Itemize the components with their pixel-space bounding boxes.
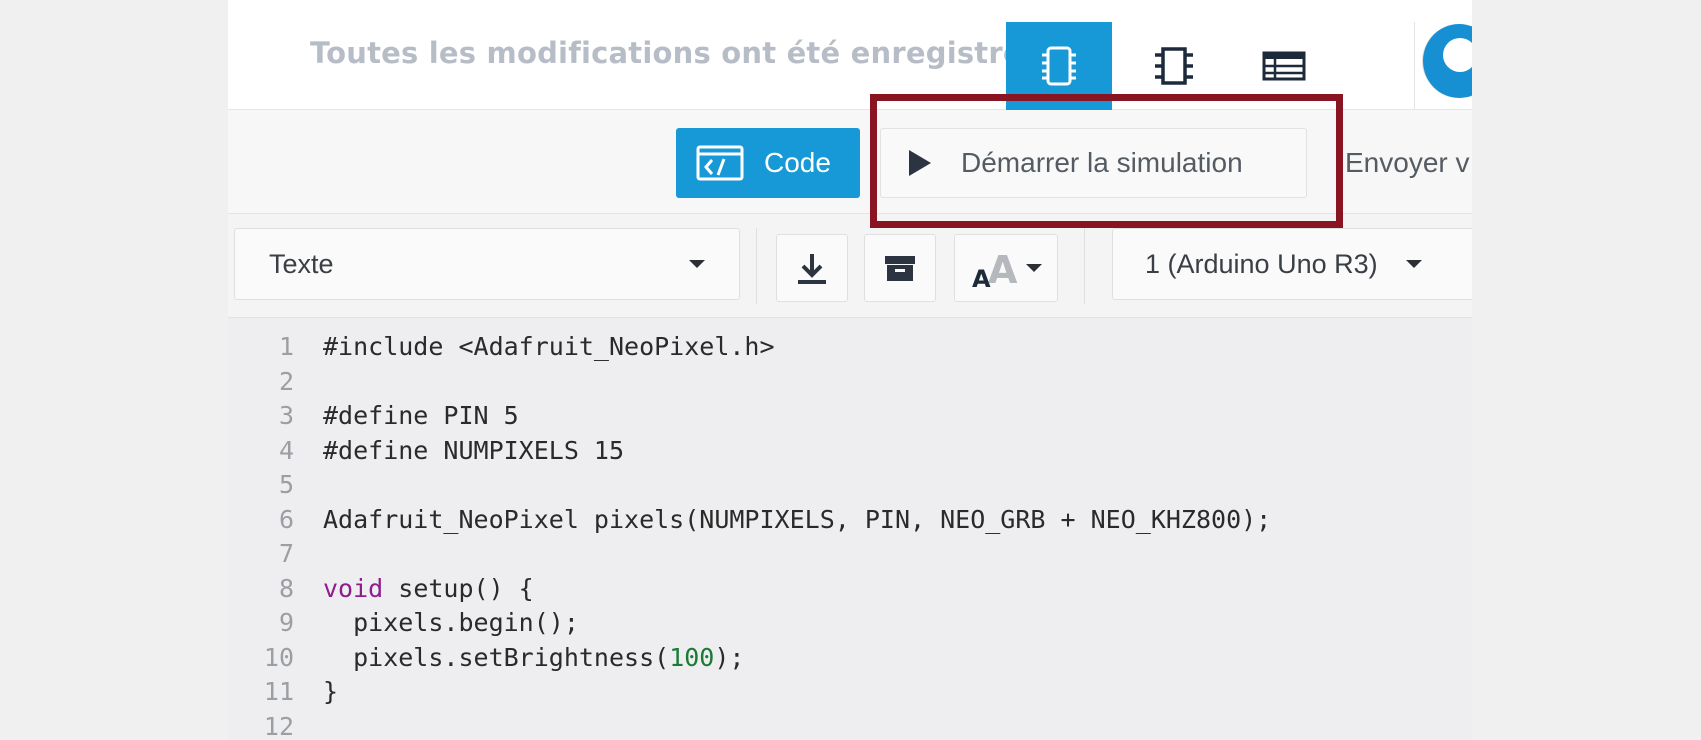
code-line[interactable]: pixels.setBrightness(100); [323,641,1271,676]
svg-text:A: A [972,265,991,291]
code-editor[interactable]: 1 2 3 4 5 6 7 8 9 10 11 12 #include <Ada… [228,318,1472,740]
line-number: 6 [278,504,294,534]
code-button-label: Code [764,147,831,178]
line-number: 1 [278,332,294,361]
code-line[interactable]: #include <Adafruit_NeoPixel.h> [323,330,1271,365]
code-line[interactable] [323,365,1271,400]
circuit-view-icon [1042,46,1076,86]
code-line[interactable]: #define NUMPIXELS 15 [323,434,1271,469]
code-line[interactable]: pixels.begin(); [323,606,1271,641]
code-line[interactable] [323,710,1271,740]
left-page-margin [0,0,228,740]
right-page-margin [1472,0,1701,740]
schematic-view-button[interactable] [1121,22,1227,110]
chevron-down-icon [1405,260,1422,268]
code-line[interactable]: void setup() { [323,572,1271,607]
user-avatar[interactable] [1422,24,1472,98]
code-line[interactable]: } [323,675,1271,710]
line-number: 4 [278,435,294,465]
code-editor-icon [696,145,744,181]
code-button[interactable]: Code [676,128,860,198]
board-select-value: 1 (Arduino Uno R3) [1145,248,1378,279]
code-lines[interactable]: #include <Adafruit_NeoPixel.h> #define P… [323,330,1271,740]
chip-icon [1155,47,1193,85]
line-number-gutter: 1 2 3 4 5 6 7 8 9 10 11 12 [228,330,294,740]
table-list-icon [1262,51,1306,81]
line-number: 8 [278,573,294,603]
tinkercad-editor: Toutes les modifications ont été enregis… [228,0,1472,740]
line-number: 2 [278,366,294,396]
code-line[interactable]: #define PIN 5 [323,399,1271,434]
code-line[interactable]: Adafruit_NeoPixel pixels(NUMPIXELS, PIN,… [323,503,1271,538]
font-size-button[interactable]: A A [954,234,1058,302]
editor-toolbar: Texte A A 1 (Arduino Uno R3) [228,214,1472,318]
line-number: 7 [278,539,294,568]
top-bar-divider [1414,22,1415,110]
component-list-button[interactable] [1231,22,1337,110]
send-to-button[interactable]: Envoyer v [1338,128,1472,198]
code-mode-select[interactable]: Texte [234,228,740,300]
board-select[interactable]: 1 (Arduino Uno R3) [1112,228,1472,300]
download-code-button[interactable] [776,234,848,302]
line-number: 5 [278,470,294,499]
code-mode-value: Texte [269,248,334,279]
line-number: 11 [263,677,294,706]
libraries-button[interactable] [864,234,936,302]
line-number: 9 [278,608,294,637]
download-icon [798,254,826,284]
chevron-down-icon [1026,264,1042,272]
circuit-view-button[interactable] [1006,22,1112,110]
save-status-text: Toutes les modifications ont été enregis… [310,36,1061,70]
start-simulation-button[interactable]: Démarrer la simulation [880,128,1307,198]
code-line[interactable] [323,468,1271,503]
line-number: 12 [263,711,294,740]
start-simulation-label: Démarrer la simulation [961,147,1243,178]
library-icon [885,256,915,281]
top-bar: Toutes les modifications ont été enregis… [228,0,1472,110]
line-number: 3 [278,401,294,430]
play-icon [909,150,931,176]
toolbar-divider [1084,228,1085,304]
chevron-down-icon [689,260,705,268]
toolbar-divider [756,228,757,304]
send-to-label: Envoyer v [1345,147,1470,178]
line-number: 10 [263,642,294,672]
action-bar: Code Démarrer la simulation Envoyer v [228,110,1472,214]
font-size-icon: A A [972,248,1018,291]
code-line[interactable] [323,537,1271,572]
svg-text:A: A [988,248,1018,291]
